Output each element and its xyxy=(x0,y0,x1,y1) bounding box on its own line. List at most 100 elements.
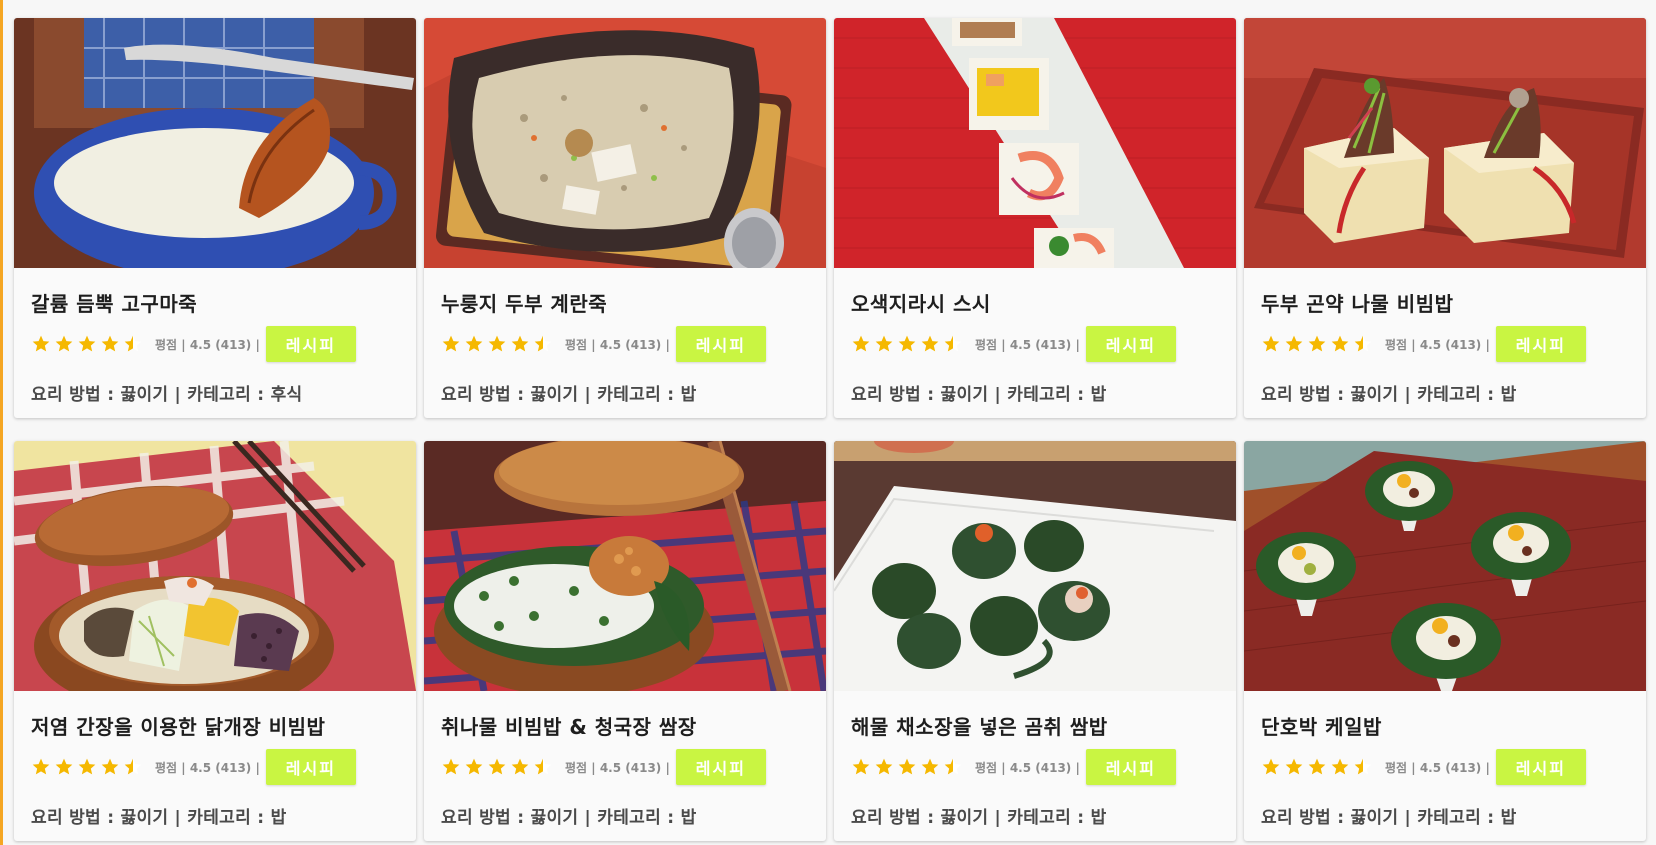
star-icon xyxy=(464,334,484,354)
star-icon xyxy=(77,757,97,777)
star-icon xyxy=(874,757,894,777)
star-icon xyxy=(1307,334,1327,354)
recipe-photo[interactable] xyxy=(1244,441,1646,691)
star-icon xyxy=(1307,757,1327,777)
rating-row: 평점 | 4.5 (413) | 레시피 xyxy=(851,326,1176,362)
kale-rice-image xyxy=(1244,441,1646,691)
recipe-title[interactable]: 갈륨 듬뿍 고구마죽 xyxy=(31,288,197,317)
recipe-meta: 요리 방법 : 끓이기 | 카테고리 : 밥 xyxy=(441,385,697,405)
recipe-button[interactable]: 레시피 xyxy=(265,749,356,785)
recipe-title[interactable]: 단호박 케일밥 xyxy=(1261,711,1382,740)
star-rating xyxy=(31,334,143,354)
star-icon xyxy=(487,334,507,354)
recipe-meta: 요리 방법 : 끓이기 | 카테고리 : 밥 xyxy=(851,808,1107,828)
star-icon xyxy=(1284,757,1304,777)
star-icon xyxy=(1330,334,1350,354)
recipe-meta: 요리 방법 : 끓이기 | 카테고리 : 밥 xyxy=(851,385,1107,405)
star-icon xyxy=(100,757,120,777)
star-icon xyxy=(1261,757,1281,777)
star-icon xyxy=(441,757,461,777)
recipe-button[interactable]: 레시피 xyxy=(1495,326,1586,362)
recipe-button[interactable]: 레시피 xyxy=(1085,326,1176,362)
rating-summary: 평점 | 4.5 (413) | xyxy=(565,760,670,775)
recipe-card[interactable]: 두부 곤약 나물 비빔밥 평점 | 4.5 (413) | 레시피 요리 방법 … xyxy=(1244,18,1646,418)
recipe-photo[interactable] xyxy=(14,18,416,268)
star-icon xyxy=(54,757,74,777)
recipe-title[interactable]: 두부 곤약 나물 비빔밥 xyxy=(1261,288,1454,317)
recipe-photo[interactable] xyxy=(14,441,416,691)
recipe-button[interactable]: 레시피 xyxy=(265,326,356,362)
recipe-button[interactable]: 레시피 xyxy=(1495,749,1586,785)
half-star-icon xyxy=(1353,757,1373,777)
recipe-photo[interactable] xyxy=(1244,18,1646,268)
recipe-title[interactable]: 오색지라시 스시 xyxy=(851,288,991,317)
half-star-icon xyxy=(1353,334,1373,354)
recipe-title[interactable]: 저염 간장을 이용한 닭개장 비빔밥 xyxy=(31,711,325,740)
recipe-photo[interactable] xyxy=(424,441,826,691)
recipe-card[interactable]: 누룽지 두부 계란죽 평점 | 4.5 (413) | 레시피 요리 방법 : … xyxy=(424,18,826,418)
half-star-icon xyxy=(123,757,143,777)
recipe-title[interactable]: 취나물 비빔밥 & 청국장 쌈장 xyxy=(441,711,697,740)
star-rating xyxy=(441,757,553,777)
recipe-meta: 요리 방법 : 끓이기 | 카테고리 : 후식 xyxy=(31,385,303,405)
recipe-card[interactable]: 해물 채소장을 넣은 곰취 쌈밥 평점 | 4.5 (413) | 레시피 요리… xyxy=(834,441,1236,841)
recipe-card[interactable]: 오색지라시 스시 평점 | 4.5 (413) | 레시피 요리 방법 : 끓이… xyxy=(834,18,1236,418)
rating-row: 평점 | 4.5 (413) | 레시피 xyxy=(31,326,356,362)
star-icon xyxy=(851,757,871,777)
half-star-icon xyxy=(943,334,963,354)
star-icon xyxy=(510,757,530,777)
half-star-icon xyxy=(943,757,963,777)
star-icon xyxy=(897,757,917,777)
star-icon xyxy=(54,334,74,354)
star-icon xyxy=(920,757,940,777)
recipe-meta: 요리 방법 : 끓이기 | 카테고리 : 밥 xyxy=(1261,808,1517,828)
star-icon xyxy=(77,334,97,354)
star-icon xyxy=(874,334,894,354)
recipe-photo[interactable] xyxy=(424,18,826,268)
recipe-photo[interactable] xyxy=(834,441,1236,691)
sushi-image xyxy=(834,18,1236,268)
star-rating xyxy=(441,334,553,354)
greens-bibimbap-image xyxy=(424,441,826,691)
star-icon xyxy=(1261,334,1281,354)
star-rating xyxy=(1261,757,1373,777)
recipe-button[interactable]: 레시피 xyxy=(1085,749,1176,785)
recipe-title[interactable]: 누룽지 두부 계란죽 xyxy=(441,288,607,317)
star-icon xyxy=(897,334,917,354)
rating-row: 평점 | 4.5 (413) | 레시피 xyxy=(1261,326,1586,362)
rating-summary: 평점 | 4.5 (413) | xyxy=(155,760,260,775)
star-icon xyxy=(510,334,530,354)
half-star-icon xyxy=(123,334,143,354)
star-icon xyxy=(1330,757,1350,777)
star-rating xyxy=(851,757,963,777)
recipe-button[interactable]: 레시피 xyxy=(675,749,766,785)
recipe-meta: 요리 방법 : 끓이기 | 카테고리 : 밥 xyxy=(1261,385,1517,405)
rating-row: 평점 | 4.5 (413) | 레시피 xyxy=(851,749,1176,785)
star-rating xyxy=(1261,334,1373,354)
recipe-card[interactable]: 취나물 비빔밥 & 청국장 쌈장 평점 | 4.5 (413) | 레시피 요리… xyxy=(424,441,826,841)
recipe-photo[interactable] xyxy=(834,18,1236,268)
rating-row: 평점 | 4.5 (413) | 레시피 xyxy=(1261,749,1586,785)
star-icon xyxy=(464,757,484,777)
star-icon xyxy=(441,334,461,354)
recipe-meta: 요리 방법 : 끓이기 | 카테고리 : 밥 xyxy=(31,808,287,828)
star-icon xyxy=(920,334,940,354)
star-icon xyxy=(851,334,871,354)
recipe-card[interactable]: 갈륨 듬뿍 고구마죽 평점 | 4.5 (413) | 레시피 요리 방법 : … xyxy=(14,18,416,418)
recipe-button[interactable]: 레시피 xyxy=(675,326,766,362)
tofu-bibimbap-image xyxy=(1244,18,1646,268)
star-icon xyxy=(487,757,507,777)
recipe-card[interactable]: 저염 간장을 이용한 닭개장 비빔밥 평점 | 4.5 (413) | 레시피 … xyxy=(14,441,416,841)
rating-row: 평점 | 4.5 (413) | 레시피 xyxy=(31,749,356,785)
rating-summary: 평점 | 4.5 (413) | xyxy=(975,337,1080,352)
half-star-icon xyxy=(533,334,553,354)
recipe-meta: 요리 방법 : 끓이기 | 카테고리 : 밥 xyxy=(441,808,697,828)
rating-row: 평점 | 4.5 (413) | 레시피 xyxy=(441,326,766,362)
star-icon xyxy=(31,757,51,777)
bibimbap-lunchbox-image xyxy=(14,441,416,691)
recipe-title[interactable]: 해물 채소장을 넣은 곰취 쌈밥 xyxy=(851,711,1108,740)
rating-summary: 평점 | 4.5 (413) | xyxy=(155,337,260,352)
star-icon xyxy=(100,334,120,354)
star-rating xyxy=(851,334,963,354)
recipe-card[interactable]: 단호박 케일밥 평점 | 4.5 (413) | 레시피 요리 방법 : 끓이기… xyxy=(1244,441,1646,841)
